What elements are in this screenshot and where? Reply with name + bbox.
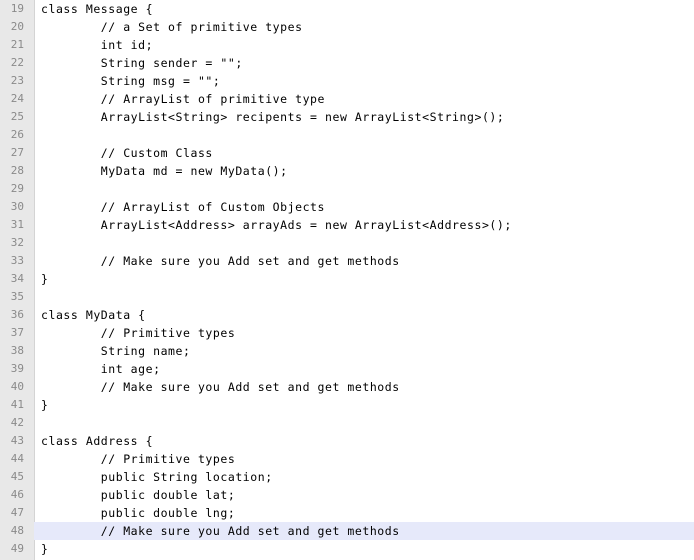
line-number: 30	[0, 198, 34, 216]
line-code-text[interactable]: ArrayList<Address> arrayAds = new ArrayL…	[41, 216, 512, 234]
code-editor[interactable]: 19 class Message {20 // a Set of primitiv…	[0, 0, 694, 560]
line-number: 38	[0, 342, 34, 360]
line-code-text[interactable]: String msg = "";	[41, 72, 220, 90]
code-line[interactable]: 34}	[0, 270, 694, 288]
line-code-text[interactable]: public String location;	[41, 468, 273, 486]
code-line[interactable]: 43 class Address {	[0, 432, 694, 450]
line-number: 44	[0, 450, 34, 468]
line-code-text[interactable]: // ArrayList of primitive type	[41, 90, 325, 108]
line-code-text[interactable]: public double lat;	[41, 486, 235, 504]
line-number: 43	[0, 432, 34, 450]
line-number: 20	[0, 18, 34, 36]
line-code-text[interactable]: // a Set of primitive types	[41, 18, 303, 36]
code-line[interactable]: 44 // Primitive types	[0, 450, 694, 468]
code-line[interactable]: 40 // Make sure you Add set and get meth…	[0, 378, 694, 396]
line-code-text[interactable]: MyData md = new MyData();	[41, 162, 288, 180]
line-number: 21	[0, 36, 34, 54]
line-number: 40	[0, 378, 34, 396]
line-code-text[interactable]: // Primitive types	[41, 324, 235, 342]
line-number: 41	[0, 396, 34, 414]
line-code-text[interactable]: // Primitive types	[41, 450, 235, 468]
code-line[interactable]: 47 public double lng;	[0, 504, 694, 522]
code-line[interactable]: 21 int id;	[0, 36, 694, 54]
line-number: 33	[0, 252, 34, 270]
code-line[interactable]: 27 // Custom Class	[0, 144, 694, 162]
code-line[interactable]: 38 String name;	[0, 342, 694, 360]
code-line[interactable]: 45 public String location;	[0, 468, 694, 486]
code-line[interactable]: 37 // Primitive types	[0, 324, 694, 342]
code-line[interactable]: 31 ArrayList<Address> arrayAds = new Arr…	[0, 216, 694, 234]
code-line[interactable]: 42	[0, 414, 694, 432]
code-line[interactable]: 19 class Message {	[0, 0, 694, 18]
code-line[interactable]: 39 int age;	[0, 360, 694, 378]
line-code-text[interactable]: }	[41, 540, 48, 558]
line-number: 35	[0, 288, 34, 306]
line-number: 34	[0, 270, 34, 288]
line-code-text[interactable]: class MyData {	[41, 306, 146, 324]
line-code-text[interactable]: String sender = "";	[41, 54, 243, 72]
line-code-text[interactable]: class Address {	[41, 432, 153, 450]
code-lines: 19 class Message {20 // a Set of primitiv…	[0, 0, 694, 558]
line-number: 42	[0, 414, 34, 432]
code-line[interactable]: 46 public double lat;	[0, 486, 694, 504]
code-line[interactable]: 36 class MyData {	[0, 306, 694, 324]
code-line[interactable]: 29	[0, 180, 694, 198]
code-line[interactable]: 22 String sender = "";	[0, 54, 694, 72]
code-line[interactable]: 26	[0, 126, 694, 144]
line-number: 19	[0, 0, 34, 18]
line-code-text[interactable]: // ArrayList of Custom Objects	[41, 198, 325, 216]
line-number: 47	[0, 504, 34, 522]
line-number: 31	[0, 216, 34, 234]
code-line[interactable]: 32	[0, 234, 694, 252]
code-line[interactable]: 24 // ArrayList of primitive type	[0, 90, 694, 108]
line-number: 45	[0, 468, 34, 486]
line-number: 23	[0, 72, 34, 90]
line-number: 37	[0, 324, 34, 342]
code-line[interactable]: 23 String msg = "";	[0, 72, 694, 90]
current-code-line[interactable]: 48 // Make sure you Add set and get meth…	[0, 522, 694, 540]
code-line[interactable]: 30 // ArrayList of Custom Objects	[0, 198, 694, 216]
line-code-text[interactable]: }	[41, 396, 48, 414]
line-number: 32	[0, 234, 34, 252]
code-line[interactable]: 41}	[0, 396, 694, 414]
line-code-text[interactable]: String name;	[41, 342, 190, 360]
line-code-text[interactable]: public double lng;	[41, 504, 235, 522]
line-code-text[interactable]: class Message {	[41, 0, 153, 18]
line-code-text[interactable]: ArrayList<String> recipents = new ArrayL…	[41, 108, 504, 126]
line-code-text[interactable]: int id;	[41, 36, 153, 54]
code-line[interactable]: 28 MyData md = new MyData();	[0, 162, 694, 180]
line-number: 48	[0, 522, 34, 540]
line-number: 39	[0, 360, 34, 378]
line-code-text[interactable]: // Make sure you Add set and get methods	[41, 252, 400, 270]
line-number: 27	[0, 144, 34, 162]
line-code-text[interactable]: int age;	[41, 360, 161, 378]
code-line[interactable]: 20 // a Set of primitive types	[0, 18, 694, 36]
line-number: 22	[0, 54, 34, 72]
line-number: 36	[0, 306, 34, 324]
line-code-text[interactable]: // Make sure you Add set and get methods	[41, 378, 400, 396]
line-number: 46	[0, 486, 34, 504]
line-number: 49	[0, 540, 34, 558]
line-code-text[interactable]: // Make sure you Add set and get methods	[41, 522, 400, 540]
code-line[interactable]: 33 // Make sure you Add set and get meth…	[0, 252, 694, 270]
line-code-text[interactable]: }	[41, 270, 48, 288]
line-number: 24	[0, 90, 34, 108]
code-line[interactable]: 49}	[0, 540, 694, 558]
code-line[interactable]: 25 ArrayList<String> recipents = new Arr…	[0, 108, 694, 126]
line-number: 26	[0, 126, 34, 144]
code-line[interactable]: 35	[0, 288, 694, 306]
line-number: 29	[0, 180, 34, 198]
line-number: 25	[0, 108, 34, 126]
line-code-text[interactable]: // Custom Class	[41, 144, 213, 162]
line-number: 28	[0, 162, 34, 180]
